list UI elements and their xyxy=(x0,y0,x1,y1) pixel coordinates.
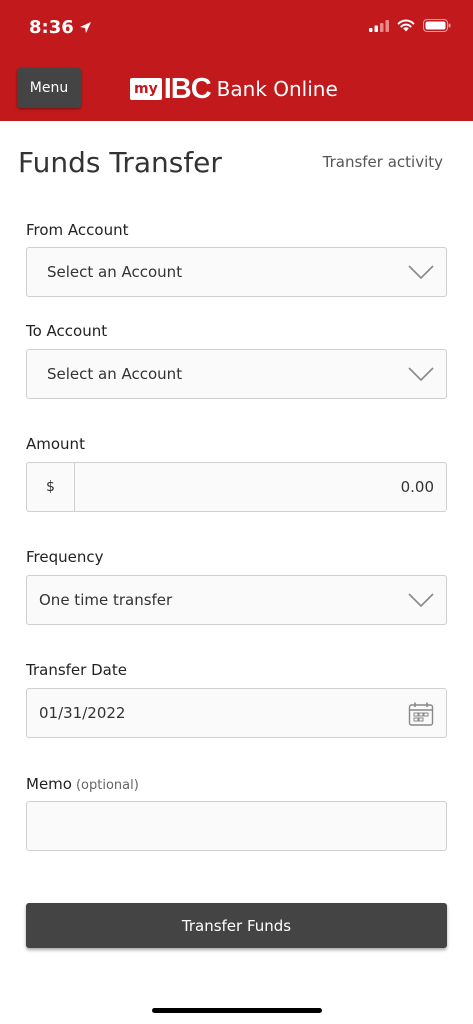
amount-input[interactable]: $ 0.00 xyxy=(26,462,447,512)
wifi-icon xyxy=(397,19,415,32)
from-account-value: Select an Account xyxy=(47,263,183,281)
transfer-date-value: 01/31/2022 xyxy=(39,704,126,722)
status-bar: 8:36 xyxy=(0,0,473,58)
app-header: 8:36 Menu my IBC Bank Online xyxy=(0,0,473,121)
chevron-down-icon xyxy=(408,265,434,280)
to-account-select[interactable]: Select an Account xyxy=(26,349,447,399)
memo-optional-hint: (optional) xyxy=(75,778,139,793)
chevron-down-icon xyxy=(408,367,434,382)
brand-logo: my IBC Bank Online xyxy=(130,74,338,104)
chevron-down-icon xyxy=(408,593,434,608)
status-clock: 8:36 xyxy=(29,17,92,38)
battery-icon xyxy=(423,19,451,32)
to-account-label: To Account xyxy=(26,322,108,340)
from-account-select[interactable]: Select an Account xyxy=(26,247,447,297)
amount-label: Amount xyxy=(26,435,85,453)
transfer-date-label: Transfer Date xyxy=(26,661,127,679)
home-indicator[interactable] xyxy=(152,1008,322,1013)
calendar-icon[interactable] xyxy=(408,701,434,727)
to-account-value: Select an Account xyxy=(47,365,183,383)
memo-input[interactable] xyxy=(26,801,447,851)
frequency-value: One time transfer xyxy=(39,591,173,609)
transfer-funds-button[interactable]: Transfer Funds xyxy=(26,903,447,948)
location-arrow-icon xyxy=(79,22,91,33)
memo-label: Memo (optional) xyxy=(26,775,139,793)
frequency-label: Frequency xyxy=(26,548,104,566)
logo-my: my xyxy=(130,78,162,100)
amount-value: 0.00 xyxy=(400,478,434,496)
memo-label-text: Memo xyxy=(26,775,72,793)
currency-prefix: $ xyxy=(27,463,75,511)
transfer-activity-link[interactable]: Transfer activity xyxy=(323,153,443,171)
logo-ibc: IBC xyxy=(163,73,212,105)
status-icons xyxy=(369,19,451,32)
menu-button[interactable]: Menu xyxy=(17,68,81,108)
from-account-label: From Account xyxy=(26,221,129,239)
status-time: 8:36 xyxy=(29,17,74,38)
page-title: Funds Transfer xyxy=(18,146,222,179)
frequency-select[interactable]: One time transfer xyxy=(26,575,447,625)
cellular-signal-icon xyxy=(369,19,389,32)
logo-bank-online: Bank Online xyxy=(216,77,338,101)
transfer-date-input[interactable]: 01/31/2022 xyxy=(26,688,447,738)
